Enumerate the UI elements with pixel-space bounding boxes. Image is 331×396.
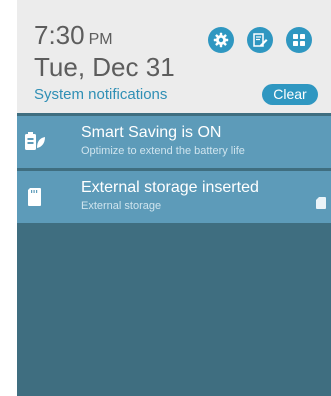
edit-icon xyxy=(253,33,268,47)
settings-button[interactable] xyxy=(208,27,234,53)
notification-subtitle: Optimize to extend the battery life xyxy=(81,145,245,157)
grid-button[interactable] xyxy=(286,27,312,53)
clock-time[interactable]: 7:30 PM xyxy=(34,22,113,53)
grid-icon xyxy=(293,34,305,46)
sd-card-icon xyxy=(28,188,41,206)
time-value: 7:30 xyxy=(34,20,85,50)
notification-external-storage[interactable]: External storage inserted External stora… xyxy=(17,171,331,223)
screen: 7:30 PM Tue, Dec 31 System notifications … xyxy=(0,0,331,396)
notification-title: External storage inserted xyxy=(81,179,259,196)
battery-leaf-icon xyxy=(25,132,45,150)
settings-icon xyxy=(213,32,229,48)
sd-card-small-icon xyxy=(316,197,326,209)
clock-date[interactable]: Tue, Dec 31 xyxy=(34,53,175,81)
edit-button[interactable] xyxy=(247,27,273,53)
time-ampm: PM xyxy=(88,31,113,48)
notification-subtitle: External storage xyxy=(81,200,162,212)
notification-smart-saving[interactable]: Smart Saving is ON Optimize to extend th… xyxy=(17,116,331,168)
notification-shade: 7:30 PM Tue, Dec 31 System notifications … xyxy=(17,0,331,396)
clear-button[interactable]: Clear xyxy=(262,84,318,105)
notification-title: Smart Saving is ON xyxy=(81,124,222,141)
shade-header: 7:30 PM Tue, Dec 31 System notifications … xyxy=(17,0,331,113)
system-notifications-label: System notifications xyxy=(34,86,168,103)
